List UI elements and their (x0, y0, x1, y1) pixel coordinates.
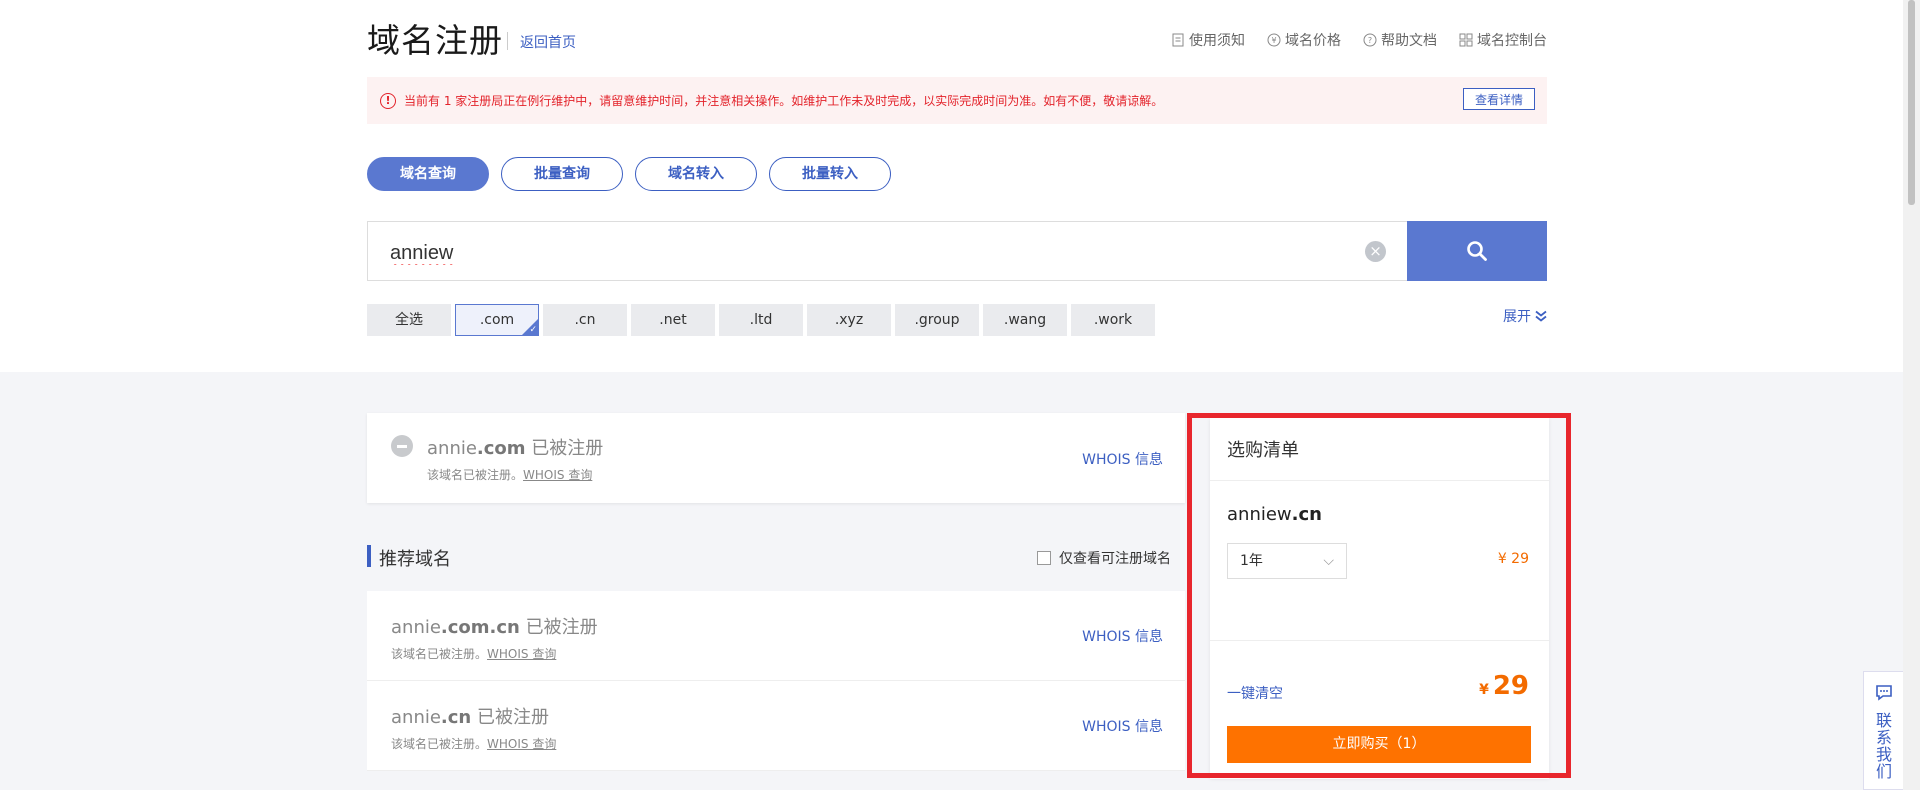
title-divider (507, 32, 508, 50)
view-details-button[interactable]: 查看详情 (1463, 88, 1535, 110)
alert-icon: ! (380, 92, 396, 109)
recommend-title: 推荐域名 (379, 549, 451, 570)
query-tabs: 域名查询 批量查询 域名转入 批量转入 (367, 157, 891, 191)
rec-status: 已被注册 (476, 707, 549, 728)
rec-domain: annie.com.cn 已被注册 (391, 613, 598, 639)
page-scrollbar[interactable] (1903, 0, 1920, 790)
recommend-header: 推荐域名 仅查看可注册域名 (367, 545, 1185, 570)
domain-price-link[interactable]: ¥ 域名价格 (1267, 30, 1341, 50)
rec-domain-name: annie (391, 617, 441, 638)
contact-us-widget[interactable]: 联系我们 (1863, 671, 1903, 790)
suffix-group[interactable]: .group (895, 304, 979, 336)
result-whois-query-link[interactable]: WHOIS 查询 (523, 468, 592, 482)
search-icon (1467, 241, 1487, 261)
domain-price-label: 域名价格 (1285, 33, 1341, 49)
suffix-wang[interactable]: .wang (983, 304, 1067, 336)
check-icon: ✓ (529, 325, 537, 335)
only-available-filter[interactable]: 仅查看可注册域名 (1037, 548, 1171, 568)
usage-notice-label: 使用须知 (1189, 33, 1245, 49)
suffix-ltd[interactable]: .ltd (719, 304, 803, 336)
suffix-net[interactable]: .net (631, 304, 715, 336)
section-accent-bar (367, 545, 371, 567)
unavailable-icon (391, 435, 413, 457)
help-circle-icon: ? (1363, 33, 1377, 47)
page-title: 域名注册 (367, 21, 503, 60)
header-links: 使用须知 ¥ 域名价格 ? 帮助文档 域名控制台 (1171, 30, 1547, 50)
clear-input-icon[interactable]: × (1365, 241, 1386, 262)
grid-icon (1459, 33, 1473, 47)
back-home-link[interactable]: 返回首页 (520, 32, 576, 52)
suffix-work[interactable]: .work (1071, 304, 1155, 336)
expand-label: 展开 (1503, 309, 1531, 325)
scrollbar-thumb[interactable] (1908, 0, 1915, 205)
search-box: × (367, 221, 1547, 281)
rec-sub-text: 该域名已被注册。 (391, 737, 488, 751)
rec-whois-query-link[interactable]: WHOIS 查询 (487, 647, 556, 661)
result-domain-tld: .com (476, 438, 526, 459)
domain-console-label: 域名控制台 (1477, 33, 1547, 49)
help-docs-link[interactable]: ? 帮助文档 (1363, 30, 1437, 50)
rec-domain-tld: .cn (440, 707, 472, 728)
tab-domain-query[interactable]: 域名查询 (367, 157, 489, 191)
suffix-xyz[interactable]: .xyz (807, 304, 891, 336)
rec-domain: annie.cn 已被注册 (391, 703, 556, 729)
tab-batch-query[interactable]: 批量查询 (501, 157, 623, 191)
suffix-select-all[interactable]: 全选 (367, 304, 451, 336)
rec-sub: 该域名已被注册。WHOIS 查询 (391, 735, 556, 752)
rec-domain-tld: .com.cn (440, 617, 520, 638)
suffix-cn[interactable]: .cn (543, 304, 627, 336)
result-whois-link[interactable]: WHOIS 信息 (1082, 449, 1163, 469)
tab-domain-transfer[interactable]: 域名转入 (635, 157, 757, 191)
double-chevron-down-icon (1535, 310, 1547, 322)
only-available-checkbox[interactable] (1037, 551, 1051, 565)
contact-us-label: 联系我们 (1876, 711, 1893, 781)
suffix-list: 全选 .com ✓ .cn .net .ltd .xyz .group .wang… (367, 304, 1155, 336)
result-domain: annie.com 已被注册 (427, 434, 603, 460)
domain-console-link[interactable]: 域名控制台 (1459, 30, 1547, 50)
rec-sub: 该域名已被注册。WHOIS 查询 (391, 645, 598, 662)
svg-text:?: ? (1368, 36, 1372, 45)
rec-whois-link[interactable]: WHOIS 信息 (1082, 716, 1163, 736)
usage-notice-link[interactable]: 使用须知 (1171, 30, 1245, 50)
search-result-card: annie.com 已被注册 该域名已被注册。WHOIS 查询 WHOIS 信息 (367, 413, 1185, 503)
suffix-com[interactable]: .com ✓ (455, 304, 539, 336)
result-sub: 该域名已被注册。WHOIS 查询 (427, 466, 603, 483)
list-item: annie.cn 已被注册 该域名已被注册。WHOIS 查询 WHOIS 信息 (367, 681, 1185, 771)
rec-whois-link[interactable]: WHOIS 信息 (1082, 626, 1163, 646)
yen-circle-icon: ¥ (1267, 33, 1281, 47)
expand-suffixes-button[interactable]: 展开 (1503, 306, 1547, 326)
notice-text: 当前有 1 家注册局正在例行维护中，请留意维护时间，并注意相关操作。如维护工作未… (404, 94, 1164, 108)
doc-icon (1172, 33, 1184, 47)
highlight-frame (1187, 413, 1571, 778)
rec-status: 已被注册 (525, 617, 598, 638)
search-button[interactable] (1407, 221, 1547, 281)
list-item: annie.com.cn 已被注册 该域名已被注册。WHOIS 查询 WHOIS… (367, 591, 1185, 681)
tab-batch-transfer[interactable]: 批量转入 (769, 157, 891, 191)
suffix-com-label: .com (479, 312, 515, 328)
result-status: 已被注册 (531, 438, 604, 459)
recommend-list: annie.com.cn 已被注册 该域名已被注册。WHOIS 查询 WHOIS… (367, 591, 1185, 771)
domain-search-input[interactable] (388, 238, 1352, 268)
rec-domain-name: annie (391, 707, 441, 728)
result-domain-name: annie (427, 438, 477, 459)
chat-icon (1875, 685, 1892, 701)
help-docs-label: 帮助文档 (1381, 33, 1437, 49)
maintenance-notice: ! 当前有 1 家注册局正在例行维护中，请留意维护时间，并注意相关操作。如维护工… (367, 77, 1547, 124)
rec-whois-query-link[interactable]: WHOIS 查询 (487, 737, 556, 751)
svg-text:¥: ¥ (1271, 36, 1276, 45)
result-sub-text: 该域名已被注册。 (427, 468, 524, 482)
rec-sub-text: 该域名已被注册。 (391, 647, 488, 661)
only-available-label: 仅查看可注册域名 (1059, 551, 1171, 567)
